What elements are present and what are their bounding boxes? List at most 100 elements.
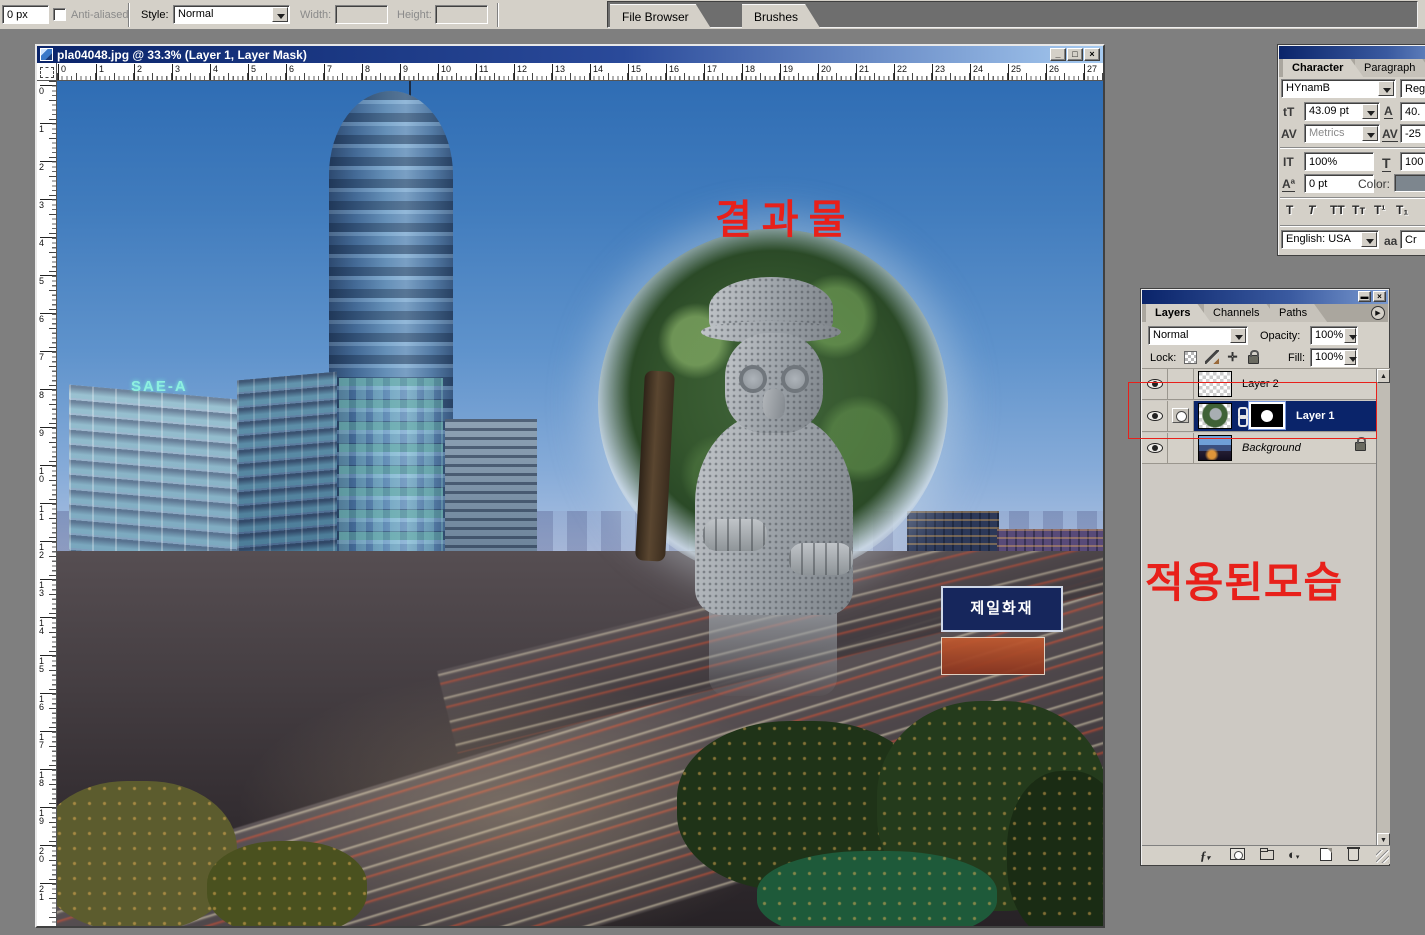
fill-label: Fill:: [1288, 352, 1305, 364]
language-dropdown[interactable]: English: USA: [1281, 230, 1379, 249]
kerning-icon: A‌V: [1281, 127, 1297, 141]
style-dropdown[interactable]: Normal: [173, 5, 290, 24]
horizontal-scale-input[interactable]: 100: [1400, 152, 1425, 171]
lock-position-icon[interactable]: ✛: [1226, 351, 1239, 364]
image-canvas[interactable]: SAE-A 제일화재 결과물: [57, 81, 1103, 926]
tree: [1007, 771, 1103, 926]
close-button[interactable]: ×: [1373, 291, 1386, 302]
palette-well: File Browser Brushes: [607, 1, 1418, 28]
tab-channels[interactable]: Channels: [1204, 304, 1279, 322]
lock-transparency-icon[interactable]: [1184, 351, 1197, 364]
tab-layers[interactable]: Layers: [1146, 304, 1210, 322]
leading-dropdown[interactable]: 40.: [1400, 102, 1425, 121]
chevron-down-icon[interactable]: [1362, 104, 1378, 119]
font-size-dropdown[interactable]: 43.09 pt: [1304, 102, 1380, 121]
statue-nose: [763, 389, 785, 419]
well-tab-file-browser[interactable]: File Browser: [610, 4, 711, 28]
opacity-label: Opacity:: [1260, 330, 1300, 342]
anti-alias-icon: aa: [1384, 234, 1397, 248]
fill-input[interactable]: 100%: [1310, 348, 1358, 367]
style-button-1[interactable]: T: [1308, 203, 1315, 217]
jeil-billboard: 제일화재: [941, 586, 1063, 632]
tab-paragraph[interactable]: Paragraph: [1355, 59, 1425, 77]
tracking-dropdown[interactable]: -25: [1400, 124, 1425, 143]
tab-paths[interactable]: Paths: [1270, 304, 1327, 322]
kerning-dropdown[interactable]: Metrics: [1304, 124, 1380, 143]
adjustment-layer-icon[interactable]: ◐▾: [1288, 848, 1299, 865]
layers-bottom-bar: ƒ▾ ◐▾: [1142, 845, 1390, 864]
layer-name[interactable]: Background: [1242, 442, 1301, 454]
anti-aliased-checkbox[interactable]: [53, 8, 66, 21]
style-button-3[interactable]: Tᴛ: [1352, 203, 1365, 217]
palette-menu-button[interactable]: ▶: [1371, 306, 1385, 320]
height-input[interactable]: [435, 5, 488, 24]
vertical-scale-icon: IT: [1283, 155, 1294, 169]
maximize-button[interactable]: □: [1067, 48, 1083, 61]
separator: [128, 3, 130, 27]
lock-pixels-icon[interactable]: [1205, 350, 1219, 364]
tracking-icon: AV: [1382, 127, 1398, 142]
document-window: pla04048.jpg @ 33.3% (Layer 1, Layer Mas…: [35, 44, 1105, 928]
chevron-down-icon[interactable]: [1378, 81, 1394, 96]
eye-icon: [1147, 443, 1163, 453]
lock-row: Lock: ✛ Fill: 100%: [1142, 347, 1390, 369]
palette-title-bar[interactable]: ▬ ×: [1142, 290, 1388, 304]
font-style-dropdown[interactable]: Regu: [1400, 79, 1425, 98]
width-label: Width:: [300, 9, 331, 21]
layer-list: BackgroundLayer 1Layer 2 ▲ ▼ 적용된모습: [1142, 369, 1390, 847]
options-bar: 0 px Anti-aliased Style: Normal Width: H…: [0, 0, 1425, 30]
divider: [1280, 147, 1425, 149]
character-tabstrip: CharacterParagraph: [1279, 59, 1425, 77]
add-layer-mask-icon[interactable]: [1230, 848, 1245, 860]
highlight-rectangle: [1128, 382, 1377, 439]
style-button-0[interactable]: T: [1286, 203, 1293, 217]
lock-label: Lock:: [1150, 352, 1176, 364]
document-icon: [40, 48, 53, 61]
v-ruler[interactable]: 0123456789101112131415161718192021: [37, 81, 57, 926]
document-title-bar[interactable]: pla04048.jpg @ 33.3% (Layer 1, Layer Mas…: [37, 46, 1103, 63]
resize-grip[interactable]: [1376, 850, 1389, 863]
chevron-down-icon[interactable]: [1362, 126, 1378, 141]
new-layer-icon[interactable]: [1320, 848, 1332, 861]
style-button-4[interactable]: T¹: [1374, 203, 1385, 217]
layer-style-icon[interactable]: ƒ▾: [1200, 848, 1210, 864]
opacity-input[interactable]: 100%: [1310, 326, 1358, 345]
new-group-icon[interactable]: [1260, 850, 1274, 860]
ruler-origin-box[interactable]: [37, 63, 57, 81]
leading-icon: A: [1384, 104, 1393, 119]
separator: [497, 3, 499, 27]
opacity-slider-button[interactable]: [1344, 328, 1356, 343]
minimize-button[interactable]: _: [1050, 48, 1066, 61]
blend-row: Normal Opacity: 100%: [1142, 325, 1390, 347]
text-color-swatch[interactable]: [1394, 174, 1425, 192]
chevron-down-icon[interactable]: [1230, 328, 1246, 343]
width-input[interactable]: [335, 5, 388, 24]
divider: [1280, 197, 1425, 199]
statue-right-hand: [789, 543, 853, 575]
minimize-button[interactable]: ▬: [1358, 291, 1371, 302]
layers-tabstrip: ▶ LayersChannelsPaths: [1142, 304, 1388, 322]
anti-aliased-label: Anti-aliased: [71, 9, 128, 21]
result-annotation: 결과물: [715, 187, 855, 245]
font-family-dropdown[interactable]: HYnamB: [1281, 79, 1396, 98]
palette-title-bar[interactable]: [1279, 46, 1425, 59]
well-tab-brushes[interactable]: Brushes: [742, 4, 820, 28]
anti-alias-dropdown[interactable]: Cr: [1400, 230, 1425, 249]
h-ruler[interactable]: 0123456789101112131415161718192021222324…: [57, 63, 1103, 81]
divider: [1280, 225, 1425, 227]
construction-fence: [757, 851, 997, 926]
lock-all-icon[interactable]: [1248, 355, 1259, 364]
layers-scrollbar[interactable]: ▲ ▼: [1376, 369, 1390, 847]
tab-character[interactable]: Character: [1283, 59, 1363, 77]
chevron-down-icon[interactable]: [1361, 232, 1377, 247]
style-button-5[interactable]: T₁: [1396, 203, 1408, 217]
close-button[interactable]: ×: [1084, 48, 1100, 61]
delete-layer-icon[interactable]: [1348, 849, 1359, 861]
chevron-down-icon[interactable]: [272, 7, 288, 22]
style-button-2[interactable]: TT: [1330, 203, 1345, 217]
vertical-scale-input[interactable]: 100%: [1304, 152, 1374, 171]
scroll-up-button[interactable]: ▲: [1377, 369, 1390, 383]
fill-slider-button[interactable]: [1344, 350, 1356, 365]
blend-mode-dropdown[interactable]: Normal: [1148, 326, 1248, 345]
tolerance-input[interactable]: 0 px: [2, 5, 49, 24]
